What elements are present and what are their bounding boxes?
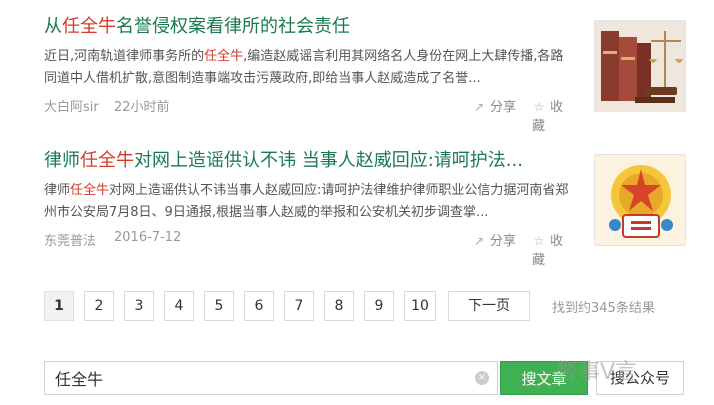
favorite-button[interactable]: ☆ 收藏 [532, 230, 574, 268]
snippet-text: 对网上造谣供认不讳当事人赵威回应:请呵护法律维护律师职业公信力据河南省郑州市公安… [44, 183, 569, 220]
snippet-text: 近日,河南轨道律师事务所的 [44, 49, 205, 64]
share-button[interactable]: ↗ 分享 [472, 230, 516, 249]
justice-emblem-image [595, 155, 685, 245]
result-meta: 大白阿sir 22小时前 ↗ 分享 ☆ 收藏 [44, 96, 574, 134]
source-account[interactable]: 大白阿sir [44, 96, 99, 115]
star-icon: ☆ [533, 234, 545, 248]
share-label: 分享 [490, 234, 517, 249]
share-icon: ↗ [473, 100, 485, 114]
share-label: 分享 [490, 100, 517, 115]
page-button-4[interactable]: 4 [164, 291, 194, 321]
result-meta: 东莞普法 2016-7-12 ↗ 分享 ☆ 收藏 [44, 230, 574, 268]
search-input[interactable] [55, 366, 475, 390]
title-highlight[interactable]: 任全牛 [62, 16, 116, 37]
result-snippet: 近日,河南轨道律师事务所的任全牛,编造赵威谣言利用其网络名人身份在网上大肆传播,… [44, 46, 574, 90]
next-page-button[interactable]: 下一页 [448, 291, 530, 321]
favorite-button[interactable]: ☆ 收藏 [532, 96, 574, 134]
result-count: 找到约345条结果 [552, 301, 655, 316]
result-title[interactable]: 律师任全牛对网上造谣供认不讳 当事人赵威回应:请呵护法... [44, 148, 574, 174]
result-thumbnail[interactable] [594, 20, 686, 112]
title-text[interactable]: 从 [44, 16, 62, 37]
page-button-8[interactable]: 8 [324, 291, 354, 321]
share-button[interactable]: ↗ 分享 [472, 96, 516, 115]
snippet-highlight: 任全牛 [70, 183, 110, 198]
publish-time: 22小时前 [114, 100, 170, 115]
clear-icon[interactable]: × [475, 371, 489, 385]
result-title[interactable]: 从任全牛名誉侵权案看律所的社会责任 [44, 14, 574, 40]
title-text[interactable]: 律师 [44, 150, 80, 171]
page-button-9[interactable]: 9 [364, 291, 394, 321]
page-button-1[interactable]: 1 [44, 291, 74, 321]
page-button-3[interactable]: 3 [124, 291, 154, 321]
title-highlight[interactable]: 任全牛 [80, 150, 134, 171]
title-text[interactable]: 对网上造谣供认不讳 当事人赵威回应:请呵护法... [134, 150, 523, 171]
search-box: × [44, 361, 498, 395]
title-text[interactable]: 名誉侵权案看律所的社会责任 [116, 16, 350, 37]
page-button-5[interactable]: 5 [204, 291, 234, 321]
result-snippet: 律师任全牛对网上造谣供认不讳当事人赵威回应:请呵护法律维护律师职业公信力据河南省… [44, 180, 574, 224]
watermark: 警事V言 [556, 360, 638, 385]
publish-time: 2016-7-12 [114, 230, 182, 245]
page-button-10[interactable]: 10 [404, 291, 436, 321]
result-item: 律师任全牛对网上造谣供认不讳 当事人赵威回应:请呵护法... 律师任全牛对网上造… [44, 148, 686, 268]
page-button-7[interactable]: 7 [284, 291, 314, 321]
snippet-highlight: 任全牛 [204, 49, 244, 64]
result-thumbnail[interactable] [594, 154, 686, 246]
law-books-gavel-image [595, 21, 685, 111]
share-icon: ↗ [473, 234, 485, 248]
star-icon: ☆ [533, 100, 545, 114]
page-button-6[interactable]: 6 [244, 291, 274, 321]
snippet-text: 律师 [44, 183, 71, 198]
source-account[interactable]: 东莞普法 [44, 230, 96, 249]
page-button-2[interactable]: 2 [84, 291, 114, 321]
result-item: 从任全牛名誉侵权案看律所的社会责任 近日,河南轨道律师事务所的任全牛,编造赵威谣… [44, 14, 686, 134]
